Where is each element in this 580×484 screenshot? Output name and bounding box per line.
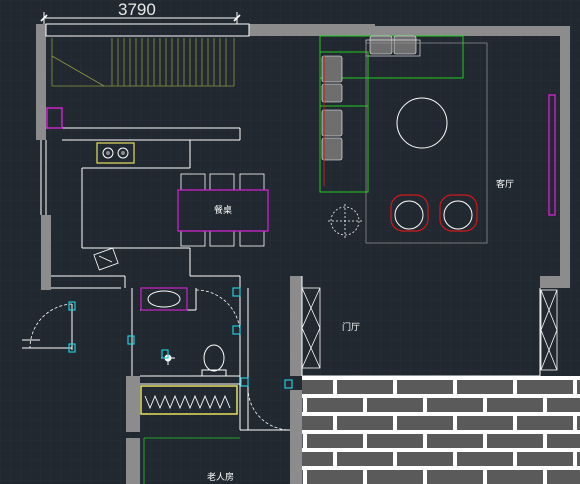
room-label-living-room: 客厅	[496, 180, 515, 190]
brick-paving	[302, 376, 580, 484]
room-label-elder-bedroom: 老人房	[207, 473, 235, 483]
room-label-foyer: 门厅	[342, 323, 361, 333]
dimension-text: 3790	[118, 0, 156, 19]
cad-drawing-canvas[interactable]	[0, 0, 580, 484]
room-label-dining-table: 餐桌	[214, 206, 233, 216]
